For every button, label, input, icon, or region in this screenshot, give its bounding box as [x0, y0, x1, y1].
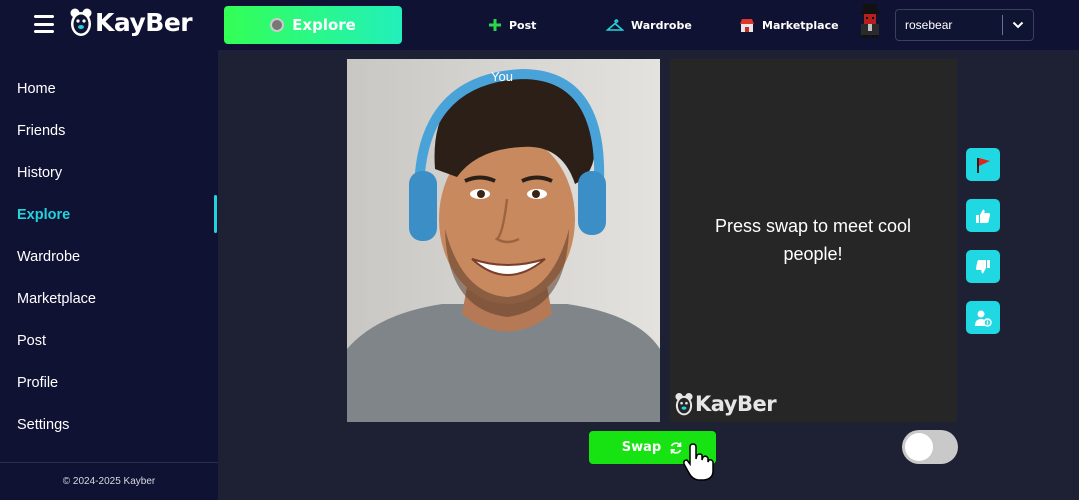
plus-icon — [489, 19, 501, 31]
username-value: rosebear — [905, 18, 953, 32]
camera-icon — [270, 18, 285, 32]
add-friend-button[interactable] — [966, 301, 1000, 334]
sidebar-item-explore[interactable]: Explore — [17, 207, 70, 223]
username-dropdown[interactable]: rosebear — [895, 9, 1034, 41]
user-avatar[interactable] — [857, 3, 883, 39]
sidebar-item-wardrobe[interactable]: Wardrobe — [17, 249, 80, 265]
nav-post[interactable]: Post — [488, 15, 536, 35]
bear-logo-icon — [675, 393, 693, 416]
nav-marketplace[interactable]: Marketplace — [739, 15, 839, 35]
bear-logo-icon — [70, 8, 92, 36]
self-video-feed — [347, 59, 660, 422]
nav-wardrobe[interactable]: Wardrobe — [606, 15, 692, 35]
hanger-icon — [606, 19, 624, 31]
swap-button-label: Swap — [621, 440, 662, 455]
sidebar-item-friends[interactable]: Friends — [17, 123, 65, 139]
sidebar-item-history[interactable]: History — [17, 165, 62, 181]
sidebar-divider — [0, 462, 218, 463]
explore-button[interactable]: Explore — [224, 6, 402, 44]
top-bar: KayBer Explore Post Wardrobe Marketplace — [0, 0, 1079, 50]
brand-name: KayBer — [95, 7, 193, 37]
nav-marketplace-label: Marketplace — [762, 18, 839, 32]
report-flag-icon — [977, 157, 990, 173]
swap-prompt-message: Press swap to meet cool people! — [714, 216, 912, 264]
sidebar-item-profile[interactable]: Profile — [17, 375, 58, 391]
sidebar: Home Friends History Explore Wardrobe Ma… — [0, 50, 218, 500]
active-indicator — [214, 195, 217, 233]
toggle-knob — [905, 433, 933, 461]
brand-logo[interactable]: KayBer — [68, 6, 193, 38]
thumbs-down-icon — [975, 259, 990, 273]
pointer-hand-icon — [683, 443, 714, 481]
nav-wardrobe-label: Wardrobe — [631, 18, 692, 32]
nav-post-label: Post — [509, 18, 537, 32]
self-video-image — [347, 59, 660, 422]
explore-button-label: Explore — [292, 16, 356, 34]
menu-icon[interactable] — [34, 15, 54, 33]
kayber-watermark: KayBer — [673, 391, 777, 417]
sidebar-item-post[interactable]: Post — [17, 333, 46, 349]
dislike-button[interactable] — [966, 250, 1000, 283]
add-friend-icon — [975, 310, 992, 327]
auto-swap-toggle[interactable] — [902, 430, 958, 464]
sidebar-item-home[interactable]: Home — [17, 81, 56, 97]
sidebar-item-marketplace[interactable]: Marketplace — [17, 291, 96, 307]
watermark-text: KayBer — [695, 392, 777, 416]
thumbs-up-icon — [976, 209, 991, 223]
shop-icon — [740, 19, 754, 32]
sidebar-item-settings[interactable]: Settings — [17, 417, 69, 433]
copyright-text: © 2024-2025 Kayber — [62, 476, 156, 487]
you-label: You — [491, 69, 513, 84]
report-button[interactable] — [966, 148, 1000, 181]
like-button[interactable] — [966, 199, 1000, 232]
chevron-down-icon — [1003, 21, 1033, 29]
